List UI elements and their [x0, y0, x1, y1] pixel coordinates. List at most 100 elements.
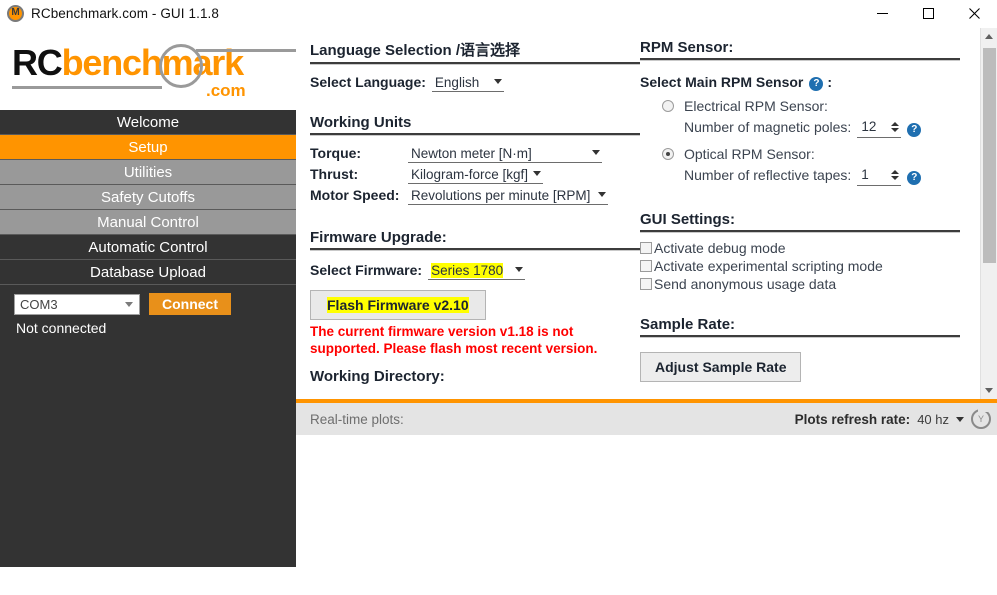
firmware-error-message: The current firmware version v1.18 is no…	[310, 323, 630, 357]
checkbox-row[interactable]: Activate experimental scripting mode	[640, 258, 960, 274]
chevron-down-icon	[515, 267, 524, 272]
maximize-icon[interactable]	[905, 0, 951, 28]
brand-line-bottom	[12, 86, 162, 89]
flash-firmware-button[interactable]: Flash Firmware v2.10	[310, 290, 486, 320]
electrical-rpm-option[interactable]: Electrical RPM Sensor: Number of magneti…	[640, 97, 960, 138]
working-units-title: Working Units	[310, 114, 412, 131]
sample-rate-title: Sample Rate:	[640, 316, 736, 333]
working-directory-title: Working Directory:	[310, 368, 445, 385]
help-icon[interactable]: ?	[907, 122, 922, 137]
plots-refresh-rate-label: Plots refresh rate:	[794, 411, 911, 427]
optical-rpm-label: Optical RPM Sensor:	[684, 146, 815, 162]
reflective-tapes-row: Number of reflective tapes: 1 ?	[684, 165, 922, 186]
debug-mode-checkbox[interactable]	[640, 242, 652, 254]
connection-status: Not connected	[16, 320, 107, 336]
realtime-plots-label: Real-time plots:	[310, 411, 404, 427]
stepper-arrows-icon[interactable]	[891, 169, 900, 180]
language-select-value: English	[434, 75, 480, 90]
firmware-select-value: Series 1780	[431, 263, 504, 278]
plots-panel	[296, 435, 997, 595]
reflective-tapes-value: 1	[861, 167, 869, 182]
sidebar-item-database-upload[interactable]: Database Upload	[0, 260, 296, 285]
brand-part-rc: RC	[12, 42, 63, 83]
select-main-rpm-row: Select Main RPM Sensor ? :	[640, 74, 960, 91]
divider	[310, 248, 640, 251]
help-icon[interactable]: ?	[809, 77, 824, 91]
firmware-select-row: Select Firmware: Series 1780	[310, 262, 640, 280]
firmware-select[interactable]: Series 1780	[428, 263, 526, 280]
firmware-section-title: Firmware Upgrade:	[310, 229, 447, 246]
magnetic-poles-row: Number of magnetic poles: 12 ?	[684, 117, 922, 138]
electrical-rpm-radio[interactable]	[662, 100, 674, 112]
language-row: Select Language: English	[310, 74, 640, 92]
experimental-scripting-checkbox[interactable]	[640, 260, 652, 272]
app-logo-icon	[7, 4, 24, 22]
gui-settings-title: GUI Settings:	[640, 211, 736, 228]
brand-line-top	[196, 49, 296, 52]
sidebar-item-manual-control[interactable]: Manual Control	[0, 210, 296, 235]
brand-part-bench: bench	[61, 42, 163, 83]
plots-refresh-rate-value[interactable]: 40 hz	[917, 412, 949, 427]
checkbox-row[interactable]: Send anonymous usage data	[640, 276, 960, 292]
magnetic-poles-stepper[interactable]: 12	[857, 117, 902, 138]
chevron-down-icon	[592, 150, 600, 155]
window-title: RCbenchmark.com - GUI 1.1.8	[31, 6, 220, 21]
electrical-rpm-label: Electrical RPM Sensor:	[684, 98, 828, 114]
gauge-icon[interactable]	[971, 408, 991, 429]
close-icon[interactable]	[951, 0, 997, 28]
select-main-rpm-label: Select Main RPM Sensor	[640, 74, 804, 90]
sidebar-item-automatic-control[interactable]: Automatic Control	[0, 235, 296, 260]
sidebar-item-safety-cutoffs[interactable]: Safety Cutoffs	[0, 185, 296, 210]
sidebar: RCbenchmark .com Welcome Setup Utilities…	[0, 28, 296, 567]
vertical-scrollbar[interactable]	[980, 28, 997, 399]
divider	[310, 62, 640, 65]
gui-settings-checkbox-group: Activate debug mode Activate experimenta…	[640, 240, 960, 292]
com-port-select[interactable]: COM3	[14, 293, 140, 315]
sidebar-item-setup[interactable]: Setup	[0, 135, 296, 160]
divider	[640, 58, 960, 61]
brand-dotcom: .com	[206, 81, 246, 100]
checkbox-row[interactable]: Activate debug mode	[640, 240, 960, 256]
minimize-icon[interactable]	[859, 0, 905, 28]
thrust-unit-select[interactable]: Kilogram-force [kgf]	[408, 167, 543, 184]
motor-speed-label: Motor Speed:	[310, 187, 400, 203]
scroll-up-icon[interactable]	[981, 28, 997, 45]
select-language-label: Select Language:	[310, 74, 426, 90]
divider	[310, 133, 640, 136]
stepper-arrows-icon[interactable]	[891, 121, 900, 132]
connect-button[interactable]: Connect	[149, 293, 231, 315]
thrust-label: Thrust:	[310, 166, 359, 182]
sidebar-item-welcome[interactable]: Welcome	[0, 110, 296, 135]
experimental-scripting-label: Activate experimental scripting mode	[654, 258, 883, 274]
sidebar-item-utilities[interactable]: Utilities	[0, 160, 296, 185]
torque-unit-select[interactable]: Newton meter [N·m]	[408, 146, 602, 163]
rpm-sensor-section-title: RPM Sensor:	[640, 39, 734, 56]
adjust-sample-rate-button[interactable]: Adjust Sample Rate	[640, 352, 802, 382]
motor-speed-unit-select[interactable]: Revolutions per minute [RPM]	[408, 188, 608, 205]
chevron-down-icon	[598, 192, 606, 197]
settings-column-right: RPM Sensor: Select Main RPM Sensor ? : E…	[640, 28, 960, 382]
optical-rpm-option[interactable]: Optical RPM Sensor: Number of reflective…	[640, 145, 960, 186]
chevron-down-icon	[493, 79, 502, 84]
torque-unit-value: Newton meter [N·m]	[411, 146, 532, 161]
reflective-tapes-stepper[interactable]: 1	[857, 165, 902, 186]
help-icon[interactable]: ?	[907, 170, 922, 185]
reflective-tapes-label: Number of reflective tapes:	[684, 167, 852, 183]
status-bar: Real-time plots: Plots refresh rate: 40 …	[296, 403, 997, 435]
thrust-unit-value: Kilogram-force [kgf]	[411, 167, 529, 182]
scroll-down-icon[interactable]	[981, 382, 997, 399]
scrollbar-thumb[interactable]	[983, 48, 996, 263]
settings-column-left: Language Selection /语言选择 Select Language…	[310, 28, 640, 385]
status-bar-right: Plots refresh rate: 40 hz	[794, 408, 991, 429]
divider	[640, 335, 960, 338]
magnetic-poles-label: Number of magnetic poles:	[684, 119, 852, 135]
magnetic-poles-value: 12	[861, 119, 877, 134]
motor-speed-unit-value: Revolutions per minute [RPM]	[411, 188, 591, 203]
optical-rpm-radio[interactable]	[662, 148, 674, 160]
chevron-down-icon[interactable]	[956, 416, 964, 422]
anonymous-usage-checkbox[interactable]	[640, 278, 652, 290]
title-bar: RCbenchmark.com - GUI 1.1.8	[0, 0, 997, 28]
divider	[640, 230, 960, 233]
select-firmware-label: Select Firmware:	[310, 262, 423, 278]
language-select[interactable]: English	[431, 75, 504, 92]
